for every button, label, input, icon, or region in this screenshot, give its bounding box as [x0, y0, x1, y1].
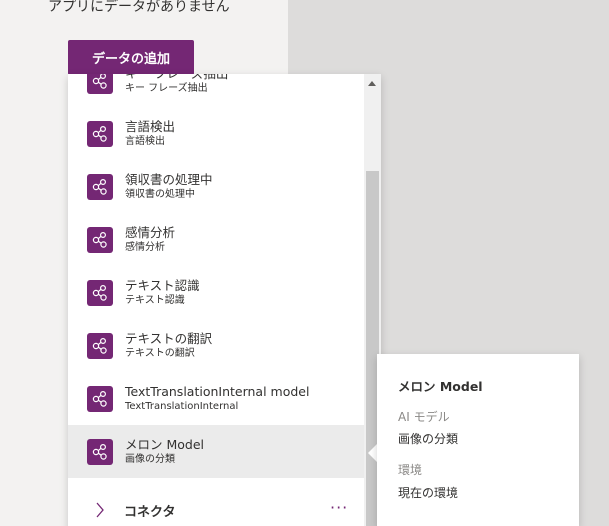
- model-detail-callout: メロン Model AI モデル 画像の分類 環境 現在の環境: [377, 354, 579, 526]
- item-subtitle: キー フレーズ抽出: [125, 83, 208, 94]
- item-text: テキストの翻訳 テキストの翻訳: [125, 331, 212, 360]
- item-subtitle: 感情分析: [125, 242, 165, 253]
- chevron-right-icon: [92, 502, 108, 518]
- callout-env-value: 現在の環境: [398, 486, 459, 500]
- item-title: テキスト認識: [125, 278, 200, 293]
- item-title: テキストの翻訳: [125, 331, 213, 346]
- no-data-text: アプリにデータがありません: [48, 0, 230, 15]
- ai-model-icon: [87, 226, 113, 253]
- ai-model-icon: [87, 74, 113, 94]
- ai-model-icon: [87, 332, 113, 359]
- item-subtitle: テキスト認識: [125, 295, 185, 306]
- callout-type-label: AI モデル: [398, 410, 450, 424]
- callout-beak: [368, 444, 377, 462]
- item-subtitle: TextTranslationInternal: [125, 401, 239, 412]
- callout-title: メロン Model: [398, 379, 483, 394]
- more-options-icon[interactable]: ···: [330, 498, 348, 517]
- item-text: キー フレーズ抽出キー フレーズ抽出: [125, 74, 228, 95]
- connectors-label: コネクタ: [124, 504, 176, 520]
- ai-model-icon: [87, 120, 113, 147]
- scroll-up-arrow-icon[interactable]: [368, 81, 376, 86]
- item-text: 言語検出 言語検出: [125, 119, 175, 148]
- item-title: キー フレーズ抽出: [125, 74, 228, 82]
- callout-type-value: 画像の分類: [398, 432, 459, 446]
- item-title: 領収書の処理中: [125, 172, 213, 187]
- data-source-item[interactable]: TextTranslationInternal model TextTransla…: [68, 372, 364, 425]
- item-subtitle: テキストの翻訳: [125, 348, 195, 359]
- item-text: テキスト認識 テキスト認識: [125, 278, 200, 307]
- item-title: 感情分析: [125, 225, 176, 240]
- item-text: TextTranslationInternal model TextTransla…: [125, 384, 309, 413]
- ai-model-icon: [87, 173, 113, 200]
- data-source-item[interactable]: 領収書の処理中 領収書の処理中: [68, 160, 364, 213]
- item-subtitle: 画像の分類: [125, 454, 175, 465]
- ai-model-icon: [87, 385, 113, 412]
- data-source-item[interactable]: 言語検出 言語検出: [68, 107, 364, 160]
- data-source-item[interactable]: キー フレーズ抽出キー フレーズ抽出: [68, 74, 364, 107]
- item-title: TextTranslationInternal model: [125, 384, 310, 399]
- data-source-dropdown: キー フレーズ抽出キー フレーズ抽出言語検出言語検出領収書の処理中領収書の処理中…: [68, 74, 381, 526]
- item-title: メロン Model: [125, 437, 205, 452]
- item-text: 感情分析 感情分析: [125, 225, 175, 254]
- callout-env-label: 環境: [398, 463, 423, 477]
- item-title: 言語検出: [125, 119, 176, 134]
- data-source-list: キー フレーズ抽出キー フレーズ抽出言語検出言語検出領収書の処理中領収書の処理中…: [68, 74, 364, 526]
- item-text: メロン Model 画像の分類: [125, 437, 204, 466]
- ai-model-icon: [87, 438, 113, 465]
- data-source-item[interactable]: メロン Model 画像の分類: [68, 425, 364, 478]
- data-source-item[interactable]: テキスト認識 テキスト認識: [68, 266, 364, 319]
- add-data-button[interactable]: データの追加: [68, 40, 194, 75]
- item-subtitle: 領収書の処理中: [125, 189, 195, 200]
- data-source-item[interactable]: テキストの翻訳 テキストの翻訳: [68, 319, 364, 372]
- item-text: 領収書の処理中 領収書の処理中: [125, 172, 213, 201]
- connectors-item[interactable]: コネクタ ···: [68, 486, 364, 526]
- item-subtitle: 言語検出: [125, 136, 165, 147]
- data-source-item[interactable]: 感情分析 感情分析: [68, 213, 364, 266]
- ai-model-icon: [87, 279, 113, 306]
